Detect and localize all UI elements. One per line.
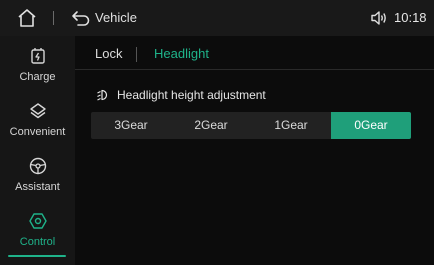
tab-lock[interactable]: Lock xyxy=(95,46,122,61)
control-icon xyxy=(28,211,48,231)
sidebar-item-label: Control xyxy=(19,236,56,248)
clock: 10:18 xyxy=(394,10,427,25)
gear-option-2[interactable]: 2Gear xyxy=(171,112,251,139)
sidebar: Charge Convenient Assistant Control xyxy=(0,36,75,265)
tab-headlight[interactable]: Headlight xyxy=(154,46,209,61)
headlight-icon xyxy=(97,88,111,102)
sidebar-item-assistant[interactable]: Assistant xyxy=(0,150,75,205)
tab-divider xyxy=(136,47,137,62)
main-panel: Lock Headlight Headlight height adjustme… xyxy=(75,36,434,265)
gear-option-0-selected[interactable]: 0Gear xyxy=(331,112,411,139)
gear-option-1[interactable]: 1Gear xyxy=(251,112,331,139)
sidebar-item-label: Convenient xyxy=(9,126,66,138)
sidebar-item-label: Charge xyxy=(19,71,56,83)
top-bar: Vehicle 10:18 xyxy=(0,0,434,36)
page-title: Vehicle xyxy=(95,10,137,25)
back-icon[interactable] xyxy=(71,9,91,27)
volume-icon[interactable] xyxy=(370,9,388,27)
gear-selector: 3Gear 2Gear 1Gear 0Gear xyxy=(91,112,411,139)
section-title-label: Headlight height adjustment xyxy=(117,88,266,102)
sidebar-item-label: Assistant xyxy=(15,181,60,193)
charge-icon xyxy=(28,46,48,66)
top-divider xyxy=(53,11,54,25)
gear-option-3[interactable]: 3Gear xyxy=(91,112,171,139)
sidebar-item-control[interactable]: Control xyxy=(0,205,75,260)
vehicle-settings-screen: Vehicle 10:18 Charge Convenient Assistan… xyxy=(0,0,434,265)
active-indicator xyxy=(8,255,66,257)
tab-bar: Lock Headlight xyxy=(75,36,434,70)
sidebar-item-charge[interactable]: Charge xyxy=(0,40,75,95)
steering-wheel-icon xyxy=(28,156,48,176)
home-icon[interactable] xyxy=(16,8,38,28)
sidebar-item-convenient[interactable]: Convenient xyxy=(0,95,75,150)
section-title: Headlight height adjustment xyxy=(97,88,347,104)
convenient-icon xyxy=(28,101,48,121)
